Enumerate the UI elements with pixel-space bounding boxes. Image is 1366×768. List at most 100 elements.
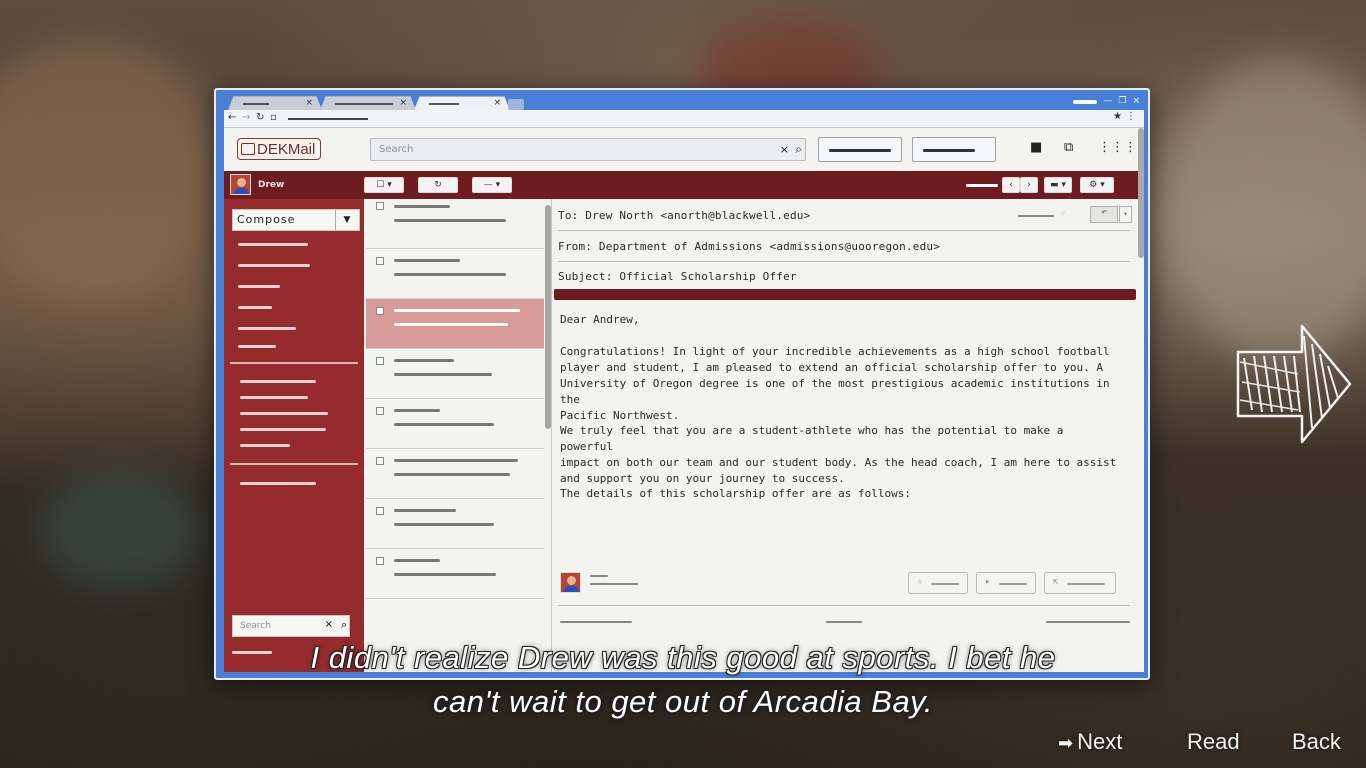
reply-options-button[interactable]: ▾: [1119, 206, 1132, 223]
window-controls: — ❐ ×: [1073, 96, 1140, 106]
reply-button[interactable]: ↶: [1090, 206, 1118, 223]
profile-button[interactable]: [1073, 100, 1098, 104]
list-item[interactable]: [366, 549, 544, 599]
tab-close-icon[interactable]: ×: [399, 98, 407, 108]
sidebar-item[interactable]: [238, 285, 280, 288]
minimize-button[interactable]: —: [1103, 96, 1112, 106]
read-button[interactable]: Read: [1187, 729, 1240, 755]
row-checkbox[interactable]: [376, 257, 384, 265]
reload-icon[interactable]: ↻: [256, 112, 264, 123]
star-icon[interactable]: ☆: [1060, 208, 1065, 218]
select-all-button[interactable]: ☐ ▾: [364, 177, 404, 193]
list-item-selected[interactable]: [366, 299, 544, 349]
sidebar-item[interactable]: [240, 380, 316, 383]
sidebar-search-placeholder: Search: [240, 621, 271, 631]
forward-arrow-icon[interactable]: →: [242, 112, 250, 123]
sidebar-search-input[interactable]: Search × ⌕: [232, 615, 350, 637]
close-window-button[interactable]: ×: [1132, 96, 1140, 106]
row-checkbox[interactable]: [376, 507, 384, 515]
play-icon: ▸: [985, 577, 991, 587]
new-tab-button[interactable]: [508, 99, 524, 110]
browser-menu-icon[interactable]: ⋮: [1126, 111, 1136, 122]
browser-tab-active[interactable]: ×: [414, 96, 510, 110]
list-item[interactable]: [366, 199, 544, 249]
list-item[interactable]: [366, 349, 544, 399]
arrow-right-icon: ➡: [1058, 733, 1074, 753]
back-arrow-icon[interactable]: ←: [228, 112, 236, 123]
next-button[interactable]: ➡ Next: [1058, 729, 1122, 755]
sidebar-item[interactable]: [240, 412, 328, 415]
background-blur: [0, 40, 220, 300]
tab-close-icon[interactable]: ×: [493, 98, 501, 108]
footer-text: [826, 621, 862, 623]
prev-page-button[interactable]: ‹: [1002, 177, 1020, 193]
subject-band: [554, 289, 1136, 300]
back-button[interactable]: Back: [1292, 729, 1341, 755]
clear-search-icon[interactable]: ×: [780, 143, 789, 156]
sidebar-item[interactable]: [240, 396, 308, 399]
sidebar-item[interactable]: [238, 243, 308, 246]
browser-tab[interactable]: ×: [320, 96, 416, 110]
subtitle-line: I didn't realize Drew was this good at s…: [310, 640, 1056, 675]
email-paragraph: We truly feel that you are a student-ath…: [560, 424, 1117, 485]
footer-button[interactable]: ⇱: [1044, 572, 1116, 594]
dekmail-logo[interactable]: DEKMail: [237, 138, 322, 160]
sender-info: [590, 583, 638, 585]
sender-avatar: [560, 572, 581, 593]
bookmark-star-icon[interactable]: ★: [1113, 111, 1122, 122]
sender-info: [590, 575, 608, 577]
sidebar-item[interactable]: [238, 306, 272, 309]
list-item[interactable]: [366, 449, 544, 499]
avatar[interactable]: [230, 174, 251, 195]
list-item[interactable]: [366, 249, 544, 299]
folder-icon[interactable]: ■: [1030, 140, 1042, 155]
sidebar-item[interactable]: [240, 444, 290, 447]
reading-pane: To: Drew North <anorth@blackwell.edu> ☆ …: [554, 199, 1136, 672]
sidebar-item[interactable]: [240, 428, 326, 431]
search-icon[interactable]: ⌕: [795, 142, 802, 157]
row-checkbox[interactable]: [376, 307, 384, 315]
apps-grid-icon[interactable]: ⋮⋮⋮: [1098, 140, 1137, 155]
mail-page: DEKMail Search × ⌕ ■ ⧉ ⋮⋮⋮ Drew ☐ ▾ ↻ — …: [224, 128, 1144, 672]
row-checkbox[interactable]: [376, 557, 384, 565]
next-page-button[interactable]: ›: [1020, 177, 1038, 193]
email-greeting: Dear Andrew,: [560, 313, 640, 326]
sidebar-item[interactable]: [238, 345, 276, 348]
footer-button[interactable]: ▸: [976, 572, 1036, 594]
browser-toolbar: ← → ↻ ▫ ★ ⋮: [224, 110, 1144, 128]
list-item[interactable]: [366, 399, 544, 449]
list-scrollbar[interactable]: [545, 205, 551, 429]
sidebar-item[interactable]: [238, 327, 296, 330]
row-checkbox[interactable]: [376, 202, 384, 210]
email-paragraph: Congratulations! In light of your incred…: [560, 345, 1110, 422]
browser-tab[interactable]: ×: [228, 96, 322, 110]
search-input[interactable]: Search × ⌕: [370, 138, 806, 161]
tab-close-icon[interactable]: ×: [305, 98, 313, 108]
refresh-button[interactable]: ↻: [418, 177, 458, 193]
footer-button[interactable]: ☆: [908, 572, 968, 594]
email-from: From: Department of Admissions <admissio…: [558, 240, 941, 253]
row-checkbox[interactable]: [376, 457, 384, 465]
compose-button[interactable]: Compose ▼: [232, 209, 360, 231]
email-to: To: Drew North <anorth@blackwell.edu>: [558, 209, 811, 222]
list-item[interactable]: [366, 499, 544, 549]
row-checkbox[interactable]: [376, 357, 384, 365]
clear-search-icon[interactable]: ×: [325, 619, 333, 630]
address-bar[interactable]: [288, 118, 368, 120]
settings-button[interactable]: ⚙ ▾: [1080, 177, 1114, 193]
divider: [558, 261, 1130, 262]
row-checkbox[interactable]: [376, 407, 384, 415]
search-icon[interactable]: ⌕: [341, 618, 347, 632]
chevron-down-icon[interactable]: ▼: [335, 210, 359, 230]
sidebar-item[interactable]: [240, 482, 316, 485]
page-scrollbar[interactable]: [1138, 128, 1144, 258]
maximize-button[interactable]: ❐: [1118, 96, 1126, 106]
header-button[interactable]: [912, 137, 996, 162]
more-button[interactable]: — ▾: [472, 177, 512, 193]
windows-icon[interactable]: ⧉: [1064, 140, 1073, 155]
sidebar: Compose ▼ Search × ⌕: [224, 199, 364, 672]
view-toggle-button[interactable]: ▬ ▾: [1044, 177, 1072, 193]
header-button[interactable]: [818, 137, 902, 162]
sidebar-item[interactable]: [238, 264, 310, 267]
next-arrow-icon[interactable]: [1232, 322, 1356, 448]
